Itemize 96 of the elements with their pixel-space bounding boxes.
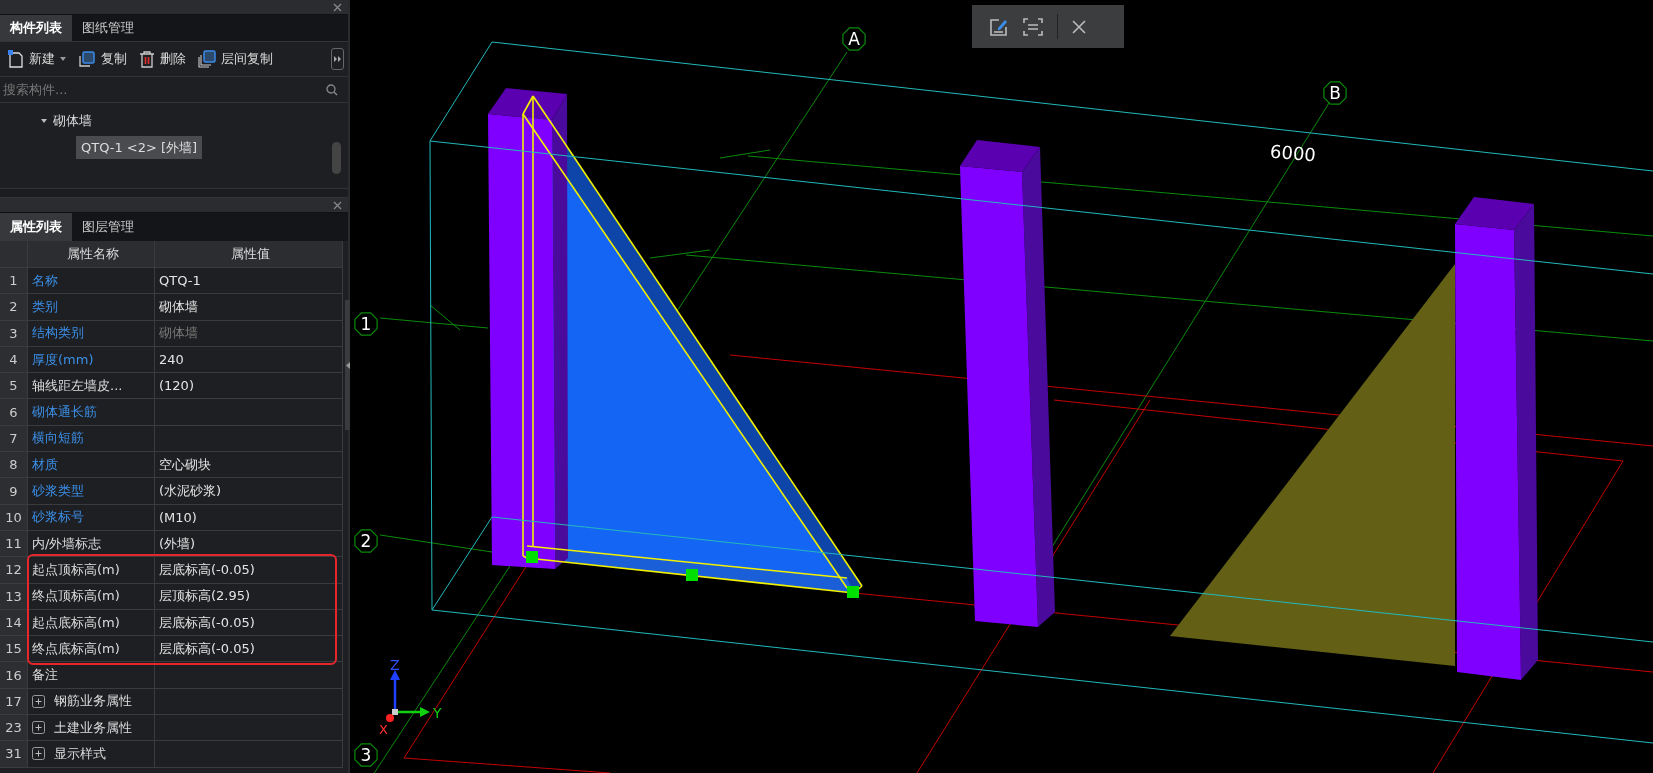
- property-value[interactable]: 层底标高(-0.05): [159, 613, 255, 632]
- row-number: 5: [0, 373, 28, 399]
- scan-icon: [1023, 16, 1043, 37]
- expand-icon[interactable]: [32, 694, 45, 708]
- close-icon[interactable]: [333, 200, 342, 210]
- trash-icon: [139, 50, 155, 68]
- edit-icon: [989, 16, 1009, 37]
- axis-letter: X: [379, 722, 388, 737]
- row-number: 1: [0, 268, 28, 294]
- grip-handle[interactable]: [847, 586, 859, 598]
- property-value[interactable]: 砌体墙: [159, 297, 198, 316]
- edit-button[interactable]: [989, 16, 1009, 37]
- close-button[interactable]: [1072, 19, 1086, 34]
- property-name: 备注: [28, 662, 155, 688]
- row-number: 8: [0, 452, 28, 478]
- property-value[interactable]: 空心砌块: [159, 455, 211, 474]
- close-icon: [1072, 19, 1086, 34]
- row-number: 6: [0, 399, 28, 425]
- property-name: 材质: [28, 452, 155, 478]
- dimension-label: 6000: [1269, 140, 1317, 166]
- property-name: 起点顶标高(m): [28, 557, 155, 583]
- row-number: 7: [0, 425, 28, 452]
- arrow-icon: [346, 361, 350, 369]
- axis-gizmo-icon: [386, 670, 430, 722]
- toolbar-button[interactable]: 新建: [4, 48, 70, 70]
- axis-bubble: 3: [354, 743, 378, 767]
- property-value[interactable]: 层底标高(-0.05): [159, 639, 255, 658]
- expand-icon[interactable]: [32, 747, 45, 761]
- search-icon[interactable]: [326, 83, 338, 96]
- row-number: 15: [0, 636, 28, 662]
- property-name: 砂浆类型: [28, 478, 155, 504]
- property-name: 横向短筋: [28, 425, 155, 452]
- row-number: 31: [0, 741, 28, 767]
- row-number: 16: [0, 662, 28, 688]
- row-number: 9: [0, 478, 28, 504]
- property-value[interactable]: 层顶标高(2.95): [159, 587, 251, 606]
- axis-bubble: 1: [354, 312, 378, 336]
- axis-bubble: 2: [354, 529, 378, 553]
- property-name: 名称: [28, 268, 155, 294]
- axis-letter: Y: [433, 705, 442, 721]
- property-name: 砂浆标号: [28, 504, 155, 530]
- tree-item[interactable]: QTQ-1 <2> [外墙]: [76, 136, 203, 159]
- row-number: 23: [0, 715, 28, 741]
- property-value[interactable]: 层底标高(-0.05): [159, 560, 255, 579]
- scrollbar-thumb[interactable]: [332, 142, 341, 174]
- property-group-name: 显示样式: [54, 745, 106, 763]
- copy-icon: [198, 50, 216, 68]
- row-number: 17: [0, 688, 28, 715]
- property-name: 类别: [28, 294, 155, 320]
- row-number: 13: [0, 583, 28, 609]
- property-name: 起点底标高(m): [28, 609, 155, 636]
- toolbar-button[interactable]: 复制: [74, 48, 131, 70]
- property-value[interactable]: (120): [159, 378, 194, 394]
- property-group-name: 土建业务属性: [54, 718, 132, 737]
- row-number: 12: [0, 557, 28, 583]
- axis-letter: Z: [390, 657, 400, 673]
- double-arrow-icon: [334, 56, 341, 62]
- property-name: 砌体通长筋: [28, 399, 155, 425]
- property-name: 终点底标高(m): [28, 636, 155, 662]
- panel-tab[interactable]: 属性列表: [0, 213, 72, 241]
- property-value[interactable]: (水泥砂浆): [159, 482, 222, 500]
- property-group-name: 钢筋业务属性: [54, 692, 132, 711]
- close-icon[interactable]: [333, 2, 342, 12]
- property-name: 结构类别: [28, 320, 155, 346]
- panel-tab[interactable]: 构件列表: [0, 15, 72, 41]
- row-number: 2: [0, 294, 28, 320]
- property-value[interactable]: (M10): [159, 509, 197, 525]
- caret-icon[interactable]: [40, 118, 48, 124]
- column-header: 属性名称: [28, 241, 155, 267]
- property-name: 终点顶标高(m): [28, 583, 155, 609]
- toolbar-button[interactable]: 删除: [135, 48, 190, 70]
- scan-button[interactable]: [1023, 16, 1043, 37]
- axis-bubble: A: [842, 27, 866, 51]
- search-field[interactable]: 搜索构件...: [3, 82, 326, 97]
- expand-icon[interactable]: [32, 721, 45, 735]
- toolbar-button[interactable]: 层间复制: [194, 48, 277, 70]
- new-file-icon: [8, 50, 24, 68]
- axis-bubble: B: [1323, 81, 1347, 105]
- tree-group-label[interactable]: 砌体墙: [53, 112, 92, 130]
- row-number: 4: [0, 346, 28, 373]
- property-name: 内/外墙标志: [28, 530, 155, 557]
- property-value[interactable]: QTQ-1: [159, 273, 201, 289]
- grip-handle[interactable]: [686, 569, 698, 581]
- row-number: 10: [0, 504, 28, 530]
- row-number: 3: [0, 320, 28, 346]
- property-value[interactable]: 240: [159, 352, 184, 368]
- grip-handle[interactable]: [526, 551, 538, 563]
- property-value[interactable]: (外墙): [159, 534, 196, 553]
- property-name: 轴线距左墙皮...: [28, 373, 155, 399]
- copy-icon: [78, 50, 96, 68]
- row-number: 14: [0, 609, 28, 636]
- property-name: 厚度(mm): [28, 346, 155, 373]
- column-header: 属性值: [155, 241, 343, 267]
- caret-icon: [60, 57, 66, 61]
- more-button[interactable]: [331, 48, 344, 70]
- row-number: 11: [0, 530, 28, 557]
